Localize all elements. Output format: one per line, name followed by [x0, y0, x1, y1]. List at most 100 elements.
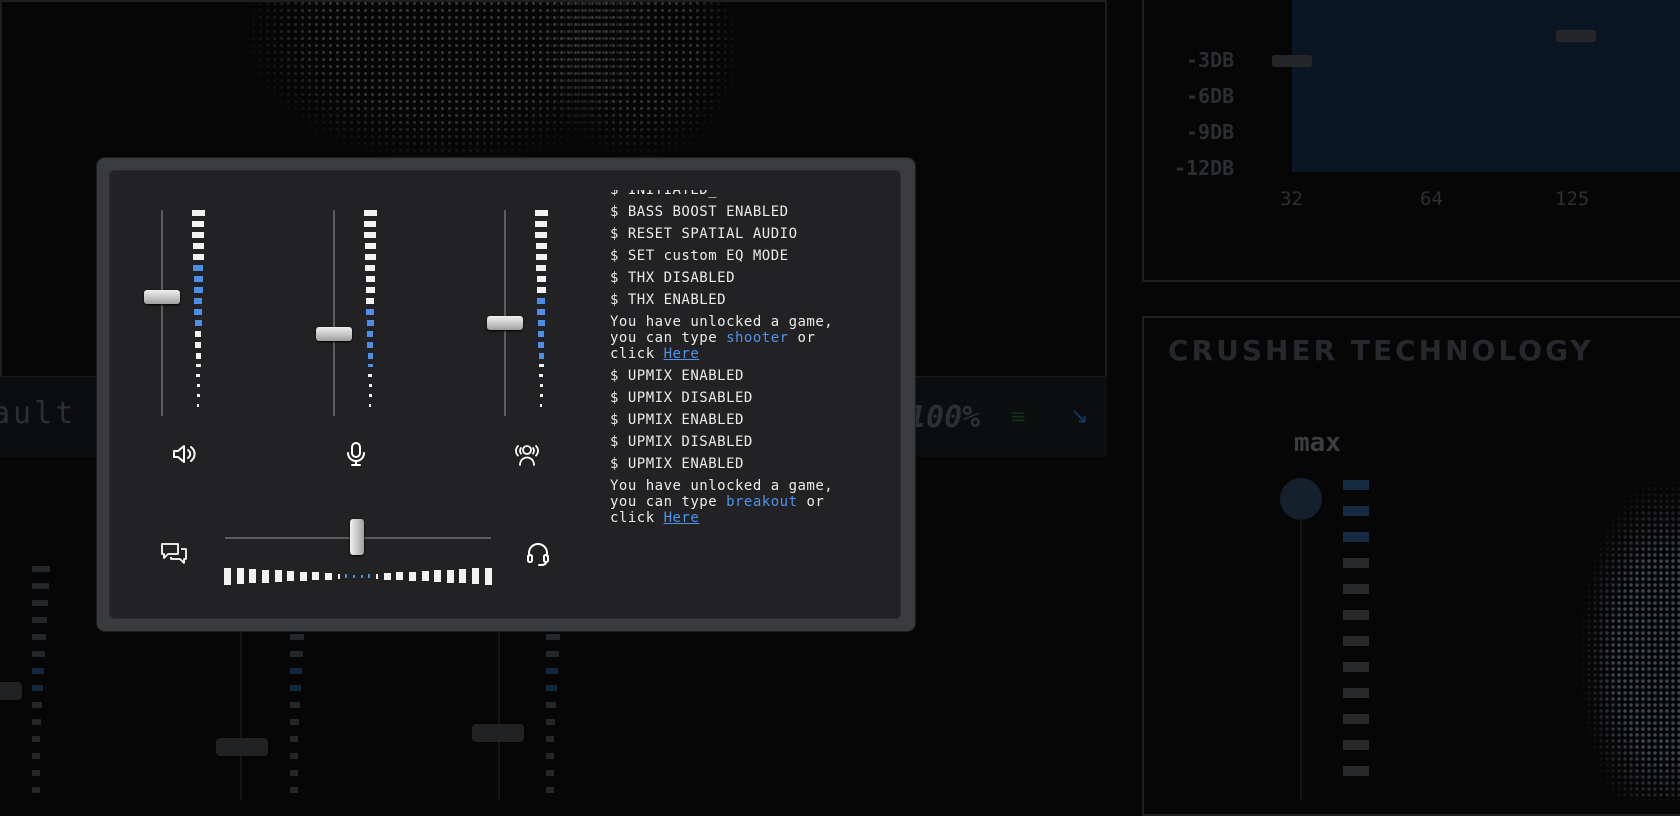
- background-lower-meter-segment: [546, 634, 560, 640]
- meter-segment: [366, 298, 374, 304]
- meter-segment: [539, 384, 543, 387]
- meter-segment: [363, 210, 377, 216]
- meter-segment: [538, 331, 544, 337]
- background-arrow-icon: ↘: [1070, 404, 1089, 429]
- unlock-text: click: [610, 510, 664, 526]
- spatial-audio-icon[interactable]: [513, 440, 541, 468]
- background-lower-meter-segment: [32, 566, 50, 572]
- console-unlock-message: You have unlocked a game, you can type s…: [610, 314, 833, 362]
- eq-freq-label: 64: [1420, 188, 1443, 210]
- background-lower-meter-segment: [290, 719, 299, 725]
- game-link[interactable]: Here: [664, 346, 700, 362]
- background-lower-meter-segment: [290, 634, 304, 640]
- balance-meter-segment: [312, 572, 320, 580]
- crusher-knob: [1280, 478, 1322, 520]
- meter-segment: [368, 374, 372, 377]
- spatial-slider-track[interactable]: [504, 210, 506, 416]
- meter-segment: [364, 254, 376, 260]
- meter-segment: [365, 265, 375, 271]
- balance-slider-handle[interactable]: [350, 519, 364, 555]
- eq-db-label: -6DB: [1186, 84, 1235, 108]
- eq-freq-label: 125: [1555, 188, 1590, 210]
- background-lower-meter-segment: [546, 719, 555, 725]
- background-bars-icon: ≡: [1010, 404, 1027, 428]
- background-lower-meter-segment: [546, 787, 554, 793]
- meter-segment: [195, 364, 201, 367]
- meter-segment: [196, 394, 200, 397]
- microphone-slider-track[interactable]: [333, 210, 335, 416]
- background-lower-meter-segment: [32, 702, 42, 708]
- eq-freq-label: 32: [1280, 188, 1303, 210]
- console-line: $ UPMIX ENABLED: [610, 412, 744, 428]
- crusher-meter-segment: [1343, 506, 1369, 516]
- spatial-slider-handle[interactable]: [487, 316, 523, 330]
- console-line: $ UPMIX ENABLED: [610, 368, 744, 384]
- background-halftone-blob: [1580, 480, 1680, 800]
- background-lower-meter-segment: [32, 753, 40, 759]
- crusher-title: CRUSHER TECHNOLOGY: [1168, 334, 1594, 367]
- headset-icon[interactable]: [524, 540, 552, 568]
- balance-meter-segment: [249, 569, 257, 583]
- meter-segment: [197, 404, 199, 407]
- crusher-meter-segment: [1343, 480, 1369, 490]
- meter-segment: [365, 276, 375, 282]
- background-lower-handle: [216, 738, 268, 756]
- background-lower-handle: [0, 682, 22, 700]
- console-unlock-message: You have unlocked a game, you can type b…: [610, 478, 833, 526]
- background-lower-handle: [472, 724, 524, 742]
- meter-segment: [193, 265, 203, 271]
- background-lower-meter-segment: [32, 719, 41, 725]
- speaker-level-meter: [191, 210, 205, 414]
- meter-segment: [193, 287, 203, 293]
- balance-meter-segment: [368, 574, 371, 578]
- console-log: $ INITIATED_ $ BASS BOOST ENABLED $ RESE…: [610, 190, 890, 550]
- balance-meter-segment: [261, 569, 269, 583]
- background-lower-meter-segment: [546, 685, 557, 691]
- background-eq-graph: [1292, 0, 1680, 172]
- meter-segment: [537, 320, 545, 326]
- balance-meter-segment: [472, 568, 480, 584]
- meter-segment: [367, 331, 373, 337]
- balance-meter-segment: [383, 572, 391, 580]
- unlock-text: You have unlocked a game,: [610, 314, 834, 330]
- console-line: $ SET custom EQ MODE: [610, 248, 789, 264]
- balance-meter-segment: [421, 571, 429, 581]
- meter-segment: [537, 298, 545, 304]
- meter-segment: [367, 364, 373, 367]
- eq-band-handle: [1556, 30, 1596, 42]
- crusher-track: [1300, 520, 1302, 800]
- speaker-icon[interactable]: [170, 440, 198, 468]
- unlock-text: or: [797, 494, 825, 510]
- speaker-slider-track[interactable]: [161, 210, 163, 416]
- balance-meter-segment: [345, 574, 348, 578]
- meter-segment: [535, 221, 547, 227]
- speaker-slider-handle[interactable]: [144, 290, 180, 304]
- eq-db-label: -12DB: [1174, 156, 1235, 180]
- meter-segment: [538, 364, 544, 367]
- meter-segment: [539, 394, 543, 397]
- spatial-level-meter: [534, 210, 548, 414]
- game-link[interactable]: Here: [664, 510, 700, 526]
- console-line: $ UPMIX DISABLED: [610, 434, 753, 450]
- meter-segment: [366, 320, 374, 326]
- meter-segment: [539, 374, 543, 377]
- microphone-icon[interactable]: [342, 440, 370, 468]
- crusher-meter-segment: [1343, 766, 1369, 776]
- background-lower-meter-segment: [546, 668, 558, 674]
- chat-icon[interactable]: [160, 540, 188, 568]
- crusher-meter: [1343, 480, 1369, 800]
- eq-db-label: -3DB: [1186, 48, 1235, 72]
- crusher-meter-segment: [1343, 714, 1369, 724]
- balance-meter-segment: [274, 570, 282, 582]
- background-lower-meter-segment: [290, 736, 298, 742]
- meter-segment: [195, 342, 201, 348]
- eq-band-handle: [1272, 55, 1312, 67]
- balance-meter-segment: [434, 570, 442, 582]
- meter-segment: [540, 404, 542, 407]
- microphone-slider-handle[interactable]: [316, 327, 352, 341]
- meter-segment: [192, 221, 204, 227]
- meter-segment: [538, 353, 544, 359]
- meter-segment: [536, 265, 546, 271]
- background-halftone-art-right: [540, 0, 740, 160]
- background-lower-meter-segment: [290, 668, 302, 674]
